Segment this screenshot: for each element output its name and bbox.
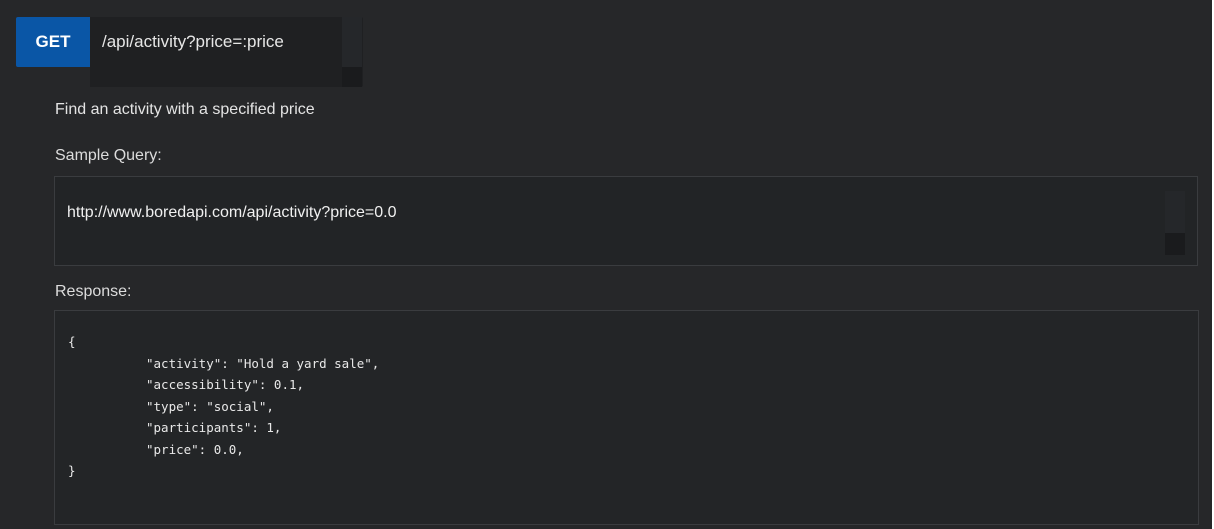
code-line: } <box>68 463 76 478</box>
code-line: { <box>68 334 76 349</box>
query-scrollbar-thumb[interactable] <box>1165 233 1185 255</box>
endpoint-header[interactable]: GET /api/activity?price=:price <box>16 17 363 87</box>
http-method-badge: GET <box>16 17 90 67</box>
query-scrollbar[interactable] <box>1165 191 1185 255</box>
code-line: "price": 0.0, <box>146 441 244 457</box>
path-scrollbar-thumb[interactable] <box>342 67 362 87</box>
response-label: Response: <box>55 283 132 300</box>
code-line: "accessibility": 0.1, <box>146 377 305 392</box>
code-line: "type": "social", <box>146 398 274 414</box>
path-scrollbar[interactable] <box>342 17 362 87</box>
endpoint-path-text: /api/activity?price=:price <box>102 32 284 51</box>
api-endpoint-panel: GET /api/activity?price=:price Find an a… <box>0 0 1214 529</box>
code-line: "activity": "Hold a yard sale", <box>146 355 380 371</box>
sample-query-box[interactable]: http://www.boredapi.com/api/activity?pri… <box>54 176 1198 266</box>
response-code-block: { "activity": "Hold a yard sale", "acces… <box>54 310 1199 525</box>
response-json: { "activity": "Hold a yard sale", "acces… <box>68 331 379 482</box>
endpoint-path-field[interactable]: /api/activity?price=:price <box>90 17 363 87</box>
code-line: "participants": 1, <box>146 420 282 435</box>
sample-query-url[interactable]: http://www.boredapi.com/api/activity?pri… <box>67 204 397 222</box>
endpoint-description: Find an activity with a specified price <box>55 101 315 118</box>
sample-query-label: Sample Query: <box>55 147 162 164</box>
